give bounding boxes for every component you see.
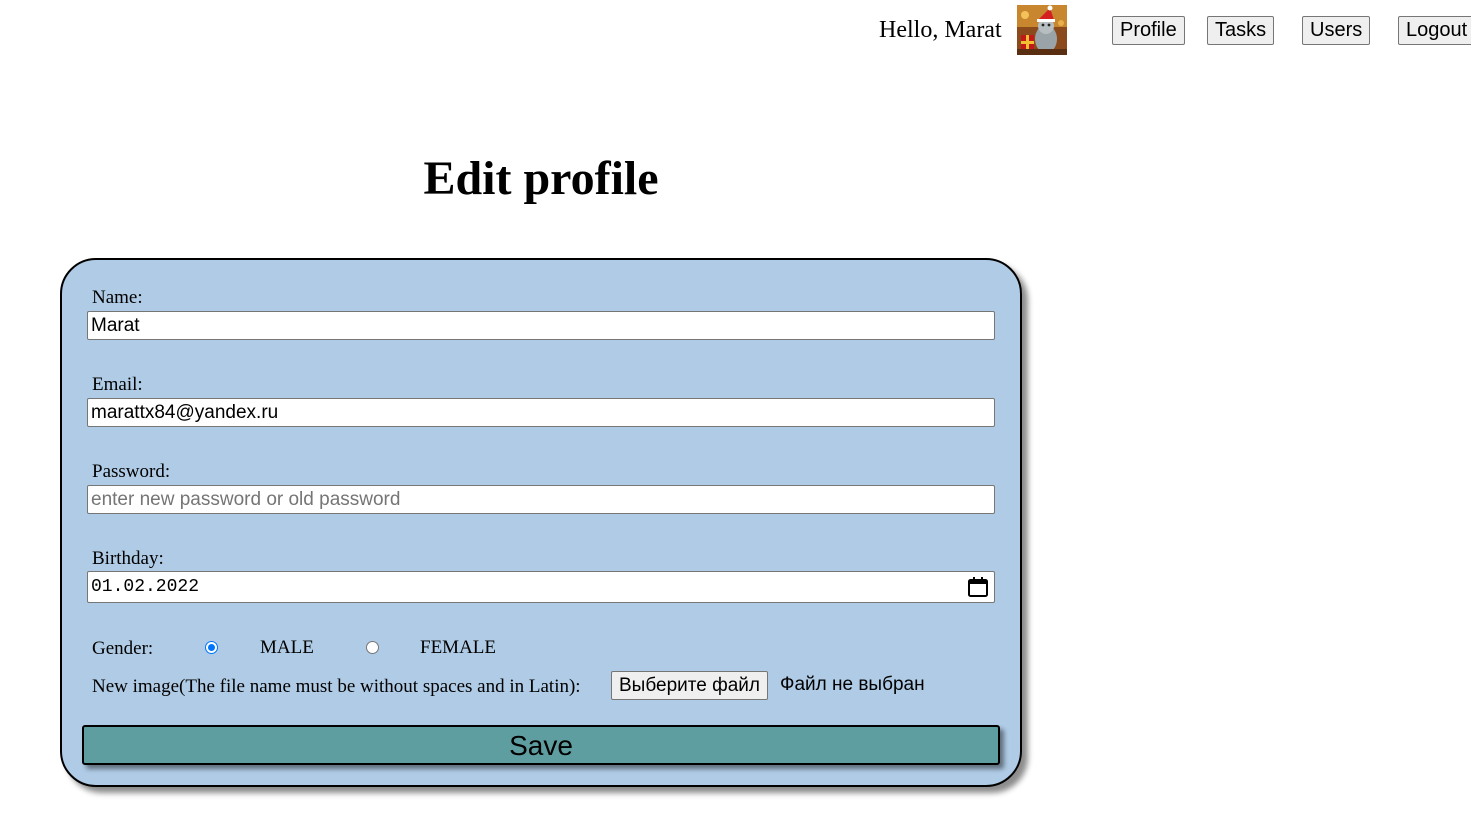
user-avatar-icon [1017,5,1067,55]
birthday-value: 01.02.2022 [91,577,200,597]
save-button[interactable]: Save [82,725,1000,765]
choose-file-button[interactable]: Выберите файл [611,671,768,700]
password-input[interactable] [87,485,995,514]
tasks-button[interactable]: Tasks [1207,16,1275,45]
file-status-text: Файл не выбран [780,674,925,695]
page-title: Edit profile [423,152,659,205]
gender-male-label: MALE [260,637,314,658]
gender-female-radio[interactable] [366,641,379,654]
birthday-label: Birthday: [92,548,164,569]
email-input[interactable] [87,398,995,427]
gender-female-label: FEMALE [420,637,496,658]
name-input[interactable] [87,311,995,340]
gender-male-radio[interactable] [205,641,218,654]
calendar-icon[interactable] [967,576,989,598]
password-label: Password: [92,461,171,482]
new-image-label: New image(The file name must be without … [92,676,581,697]
top-header: Hello, Marat Profile Tasks Users Logout [0,0,1471,60]
profile-button[interactable]: Profile [1112,16,1185,45]
name-label: Name: [92,287,143,308]
logout-button[interactable]: Logout [1398,16,1471,45]
birthday-input[interactable]: 01.02.2022 [87,571,995,603]
email-label: Email: [92,374,143,395]
users-button[interactable]: Users [1302,16,1371,45]
greeting-text: Hello, Marat [879,17,1002,43]
gender-label: Gender: [92,638,154,659]
edit-profile-form: Name: Email: Password: Birthday: 01.02.2… [60,258,1022,787]
